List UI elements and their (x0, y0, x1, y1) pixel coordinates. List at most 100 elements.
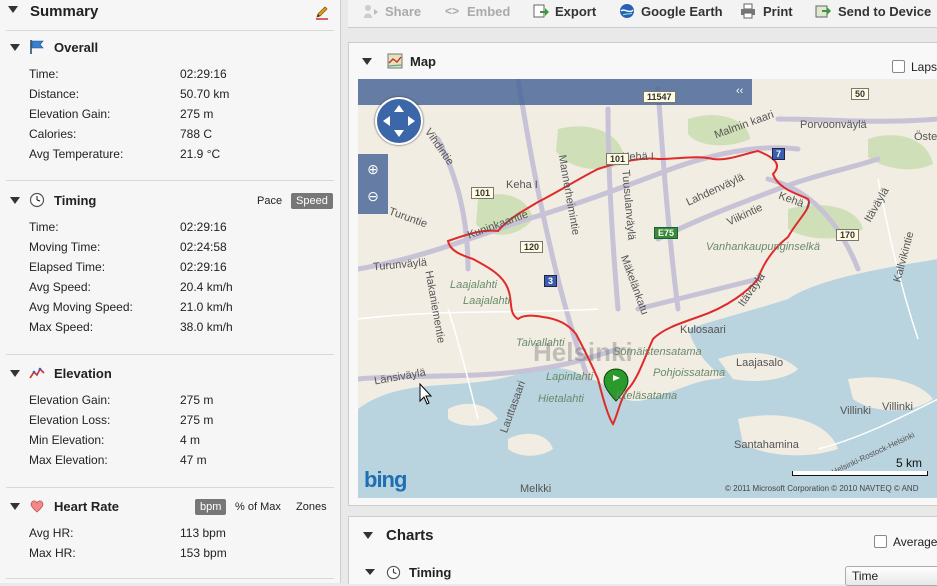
stat-row: Min Elevation: 4 m (0, 431, 340, 451)
google-earth-button[interactable]: Google Earth (641, 4, 723, 19)
stat-value: 4 m (180, 433, 201, 447)
edit-pencil-icon[interactable] (314, 4, 330, 20)
zoom-out-icon[interactable]: ⊖ (358, 184, 388, 208)
collapse-triangle-icon[interactable] (363, 532, 373, 539)
collapse-triangle-icon[interactable] (8, 6, 18, 13)
collapse-nav-icon[interactable]: ‹‹ (736, 85, 743, 97)
stat-row: Avg HR: 113 bpm (0, 524, 340, 544)
stat-row: Moving Time: 02:24:58 (0, 238, 340, 258)
share-icon[interactable] (363, 3, 379, 19)
collapse-triangle-icon[interactable] (10, 197, 20, 204)
stat-label: Avg Moving Speed: (29, 300, 133, 314)
collapse-triangle-icon[interactable] (10, 44, 20, 51)
elevation-title: Elevation (54, 366, 112, 381)
map-canvas[interactable] (358, 79, 937, 498)
zones-toggle[interactable]: Zones (291, 499, 332, 515)
stat-value: 02:24:58 (180, 240, 227, 254)
timing-header[interactable]: Timing Pace Speed (0, 189, 340, 213)
stat-label: Min Elevation: (29, 433, 105, 447)
heart-rate-title: Heart Rate (54, 499, 120, 514)
send-to-device-icon[interactable] (815, 3, 831, 19)
printer-icon[interactable] (740, 3, 756, 19)
collapse-triangle-icon[interactable] (365, 569, 375, 575)
road-shield: 170 (836, 229, 860, 241)
stat-value: 275 m (180, 107, 214, 121)
x-axis-select-value: Time (852, 569, 879, 583)
stat-value: 02:29:16 (180, 67, 227, 81)
action-toolbar: Share <> Embed Export Google Earth Print… (348, 0, 937, 28)
heart-icon (30, 500, 44, 513)
map-copyright: © 2011 Microsoft Corporation © 2010 NAVT… (725, 484, 919, 493)
x-axis-select[interactable]: Time (845, 566, 937, 586)
stat-label: Max HR: (29, 546, 76, 560)
pace-toggle[interactable]: Pace (252, 193, 287, 209)
bpm-toggle[interactable]: bpm (195, 499, 227, 515)
print-button[interactable]: Print (763, 4, 793, 19)
export-icon[interactable] (533, 3, 549, 19)
embed-icon[interactable]: <> (445, 4, 459, 18)
stat-value: 113 bpm (180, 526, 226, 540)
pan-control[interactable] (375, 97, 423, 145)
map-label: Villinki (840, 405, 871, 417)
map-label: Laajalahti (450, 279, 498, 291)
stat-label: Time: (29, 67, 59, 81)
stat-value: 153 bpm (180, 546, 227, 560)
export-button[interactable]: Export (555, 4, 596, 19)
stat-value: 275 m (180, 393, 214, 407)
stat-row: Max Elevation: 47 m (0, 451, 340, 471)
map-label: Lapinlahti (546, 371, 594, 383)
elevation-graph-icon (29, 367, 45, 379)
elevation-section: Elevation Elevation Gain: 275 m Elevation… (0, 362, 340, 471)
stat-row: Max Speed: 38.0 km/h (0, 318, 340, 338)
stat-label: Max Elevation: (29, 453, 108, 467)
collapse-triangle-icon[interactable] (362, 58, 372, 65)
stat-label: Max Speed: (29, 320, 94, 334)
road-shield: 7 (772, 148, 786, 160)
stat-label: Avg Speed: (29, 280, 91, 294)
map-view[interactable]: ‹‹ ⊕ ⊖ Vihdintie Turuntie Turunväylä Hak… (358, 79, 937, 498)
summary-header: Summary (0, 0, 340, 22)
map-label: Öste (914, 131, 937, 143)
stat-row: Elevation Loss: 275 m (0, 411, 340, 431)
stat-value: 20.4 km/h (180, 280, 233, 294)
percent-of-max-toggle[interactable]: % of Max (230, 499, 286, 515)
stat-row: Elevation Gain: 275 m (0, 105, 340, 125)
collapse-triangle-icon[interactable] (10, 503, 20, 510)
send-to-device-button[interactable]: Send to Device (838, 4, 931, 19)
overall-header[interactable]: Overall (0, 36, 340, 60)
stat-row: Elapsed Time: 02:29:16 (0, 258, 340, 278)
divider (6, 487, 334, 488)
road-shield: 120 (520, 241, 544, 253)
elevation-header[interactable]: Elevation (0, 362, 340, 386)
map-label: Santahamina (734, 439, 799, 451)
heart-rate-section: Heart Rate bpm % of Max Zones Avg HR: 113… (0, 495, 340, 564)
map-label: Vanhankaupunginselkä (706, 241, 820, 253)
summary-title: Summary (30, 3, 99, 20)
google-earth-icon[interactable] (619, 3, 635, 19)
stat-row: Time: 02:29:16 (0, 65, 340, 85)
flag-icon (30, 40, 44, 54)
timing-section: Timing Pace Speed Time: 02:29:16 Moving T… (0, 189, 340, 338)
stat-row: Distance: 50.70 km (0, 85, 340, 105)
divider (6, 30, 334, 31)
collapse-triangle-icon[interactable] (10, 370, 20, 377)
overall-title: Overall (54, 40, 99, 55)
laps-label: Laps (911, 60, 937, 74)
embed-button[interactable]: Embed (467, 4, 510, 19)
laps-checkbox[interactable] (892, 60, 905, 73)
stat-label: Elevation Gain: (29, 107, 111, 121)
map-label: Hietalahti (538, 393, 584, 405)
map-label: Kulosaari (680, 324, 726, 336)
stat-row: Elevation Gain: 275 m (0, 391, 340, 411)
road-shield: 50 (851, 88, 870, 100)
share-button[interactable]: Share (385, 4, 421, 19)
stat-label: Calories: (29, 127, 77, 141)
zoom-in-icon[interactable]: ⊕ (358, 157, 388, 181)
pan-arrows-icon[interactable] (377, 99, 421, 143)
timing-title: Timing (54, 193, 97, 208)
stat-value: 275 m (180, 413, 214, 427)
speed-toggle[interactable]: Speed (291, 193, 333, 209)
average-checkbox[interactable] (874, 535, 887, 548)
heart-rate-header[interactable]: Heart Rate bpm % of Max Zones (0, 495, 340, 519)
stat-label: Moving Time: (29, 240, 101, 254)
